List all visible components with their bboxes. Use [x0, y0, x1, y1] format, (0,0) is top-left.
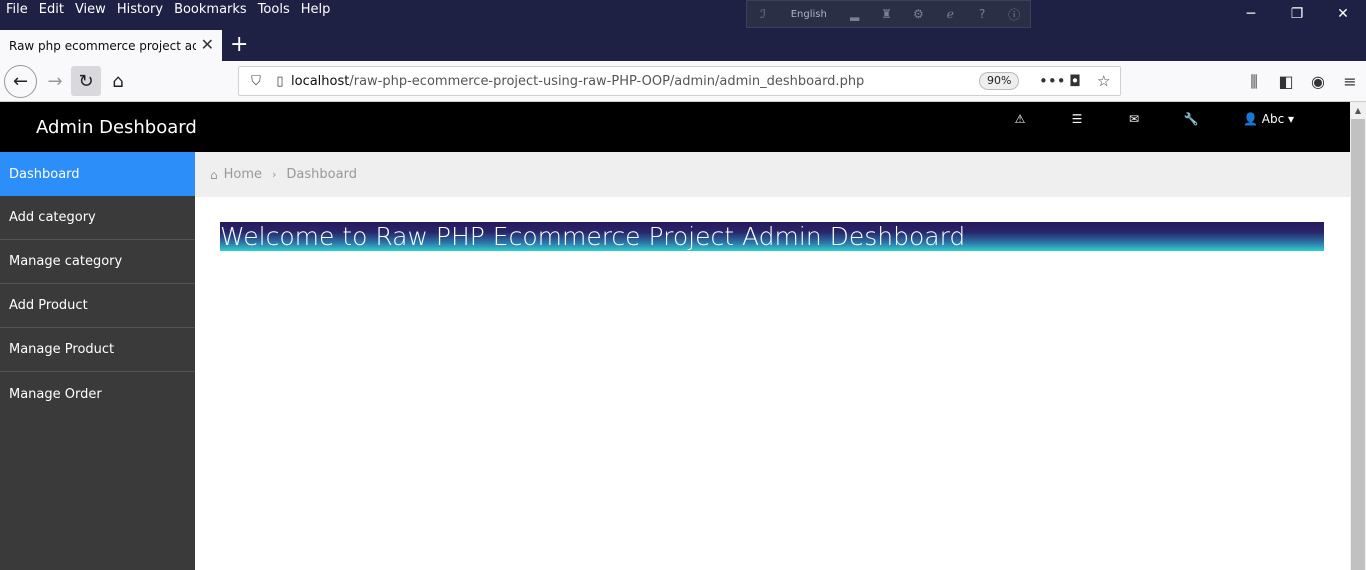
close-tab-icon[interactable]: ✕	[201, 36, 214, 54]
admin-topbar: Admin Deshboard ⚠ ☰ ✉ 🔧 👤 Abc ▾	[0, 102, 1350, 152]
page-icon[interactable]: ▯	[269, 74, 291, 89]
wrench-icon[interactable]: 🔧	[1179, 112, 1203, 130]
bookmark-star-icon[interactable]: ☆	[1097, 72, 1110, 90]
window-controls: ─ ❐ ✕	[1228, 0, 1366, 28]
pocket-icon[interactable]: ◘	[1069, 72, 1081, 90]
browser-tab[interactable]: Raw php ecommerce project admin ✕	[0, 30, 222, 61]
scrollbar-thumb[interactable]	[1351, 119, 1365, 570]
tab-bar: Raw php ecommerce project admin ✕ +	[0, 30, 1366, 61]
url-text[interactable]: localhost/raw-php-ecommerce-project-usin…	[291, 74, 864, 89]
url-host: localhost	[291, 73, 350, 89]
account-icon[interactable]: ◉	[1302, 72, 1334, 91]
breadcrumb: ⌂ Home › Dashboard	[195, 152, 1350, 197]
welcome-heading: Welcome to Raw PHP Ecommerce Project Adm…	[220, 222, 1324, 251]
menu-help[interactable]: Help	[301, 2, 331, 18]
browser-navbar: ← → ↻ ⌂ ⛉ ▯ localhost/raw-php-ecommerce-…	[0, 61, 1366, 102]
library-icon[interactable]: ⫼	[1238, 72, 1270, 92]
ie-icon[interactable]: ℯ	[934, 7, 966, 21]
forward-icon[interactable]: →	[40, 66, 70, 96]
info-icon[interactable]: ⓘ	[998, 6, 1030, 23]
sidebar-item-manage-order[interactable]: Manage Order	[0, 372, 195, 416]
menu-history[interactable]: History	[117, 2, 163, 18]
home-icon: ⌂	[210, 167, 218, 182]
more-icon[interactable]: •••	[1039, 72, 1066, 90]
back-icon[interactable]: ←	[4, 65, 37, 98]
alert-icon[interactable]: ⚠	[1008, 112, 1032, 130]
menu-bookmarks[interactable]: Bookmarks	[174, 2, 247, 18]
hat-icon[interactable]: ▂	[839, 7, 871, 21]
shield-icon[interactable]: ⛉	[243, 74, 269, 89]
close-window-icon[interactable]: ✕	[1320, 0, 1366, 28]
user-icon: 👤	[1243, 112, 1258, 126]
sidebar-item-add-product[interactable]: Add Product	[0, 284, 195, 328]
address-bar[interactable]: ⛉ ▯ localhost/raw-php-ecommerce-project-…	[238, 66, 1121, 96]
home-icon[interactable]: ⌂	[103, 66, 133, 96]
chevron-right-icon: ›	[272, 168, 277, 181]
scroll-up-icon[interactable]: ▲	[1350, 102, 1366, 118]
menu-tools[interactable]: Tools	[258, 2, 290, 18]
admin-sidebar: Dashboard Add category Manage category A…	[0, 152, 195, 570]
tab-title: Raw php ecommerce project admin	[9, 38, 196, 53]
minimize-icon[interactable]: ─	[1228, 0, 1274, 28]
breadcrumb-current: Dashboard	[286, 167, 357, 182]
zoom-indicator[interactable]: 90%	[979, 72, 1020, 90]
hamburger-menu-icon[interactable]: ≡	[1334, 72, 1366, 91]
menu-list: File Edit View History Bookmarks Tools H…	[6, 2, 330, 18]
caret-down-icon: ▾	[1288, 112, 1295, 126]
browser-menubar: File Edit View History Bookmarks Tools H…	[0, 0, 1366, 30]
page-scrollbar[interactable]: ▲	[1350, 102, 1366, 570]
sidebar-item-add-category[interactable]: Add category	[0, 196, 195, 240]
menu-file[interactable]: File	[6, 2, 28, 18]
user-menu[interactable]: 👤 Abc ▾	[1243, 112, 1294, 126]
user-name: Abc	[1261, 112, 1285, 126]
menu-view[interactable]: View	[75, 2, 106, 18]
language-selector[interactable]: English	[779, 9, 839, 20]
page-content: Admin Deshboard ⚠ ☰ ✉ 🔧 👤 Abc ▾ Dashboar…	[0, 102, 1350, 570]
chess-icon[interactable]: ♜	[871, 7, 903, 21]
gear-icon[interactable]: ⚙	[902, 7, 934, 21]
sidebar-item-dashboard[interactable]: Dashboard	[0, 152, 195, 196]
url-path: /raw-php-ecommerce-project-using-raw-PHP…	[349, 73, 865, 89]
sidebar-item-manage-product[interactable]: Manage Product	[0, 328, 195, 372]
new-tab-icon[interactable]: +	[230, 32, 248, 58]
toolbar-right: ⫼ ◧ ◉ ≡	[1238, 61, 1366, 102]
sidebar-item-manage-category[interactable]: Manage category	[0, 240, 195, 284]
admin-brand[interactable]: Admin Deshboard	[36, 117, 197, 138]
sidebar-toggle-icon[interactable]: ◧	[1270, 72, 1302, 91]
help-icon[interactable]: ?	[966, 7, 998, 21]
extension-logo-icon[interactable]: ℐ	[747, 7, 779, 21]
breadcrumb-home[interactable]: Home	[224, 167, 262, 182]
menu-edit[interactable]: Edit	[39, 2, 64, 18]
extension-toolbar: ℐ English ▂ ♜ ⚙ ℯ ? ⓘ	[746, 0, 1031, 28]
reload-icon[interactable]: ↻	[71, 66, 101, 96]
envelope-icon[interactable]: ✉	[1122, 112, 1146, 130]
restore-icon[interactable]: ❐	[1274, 0, 1320, 28]
list-icon[interactable]: ☰	[1065, 112, 1089, 130]
